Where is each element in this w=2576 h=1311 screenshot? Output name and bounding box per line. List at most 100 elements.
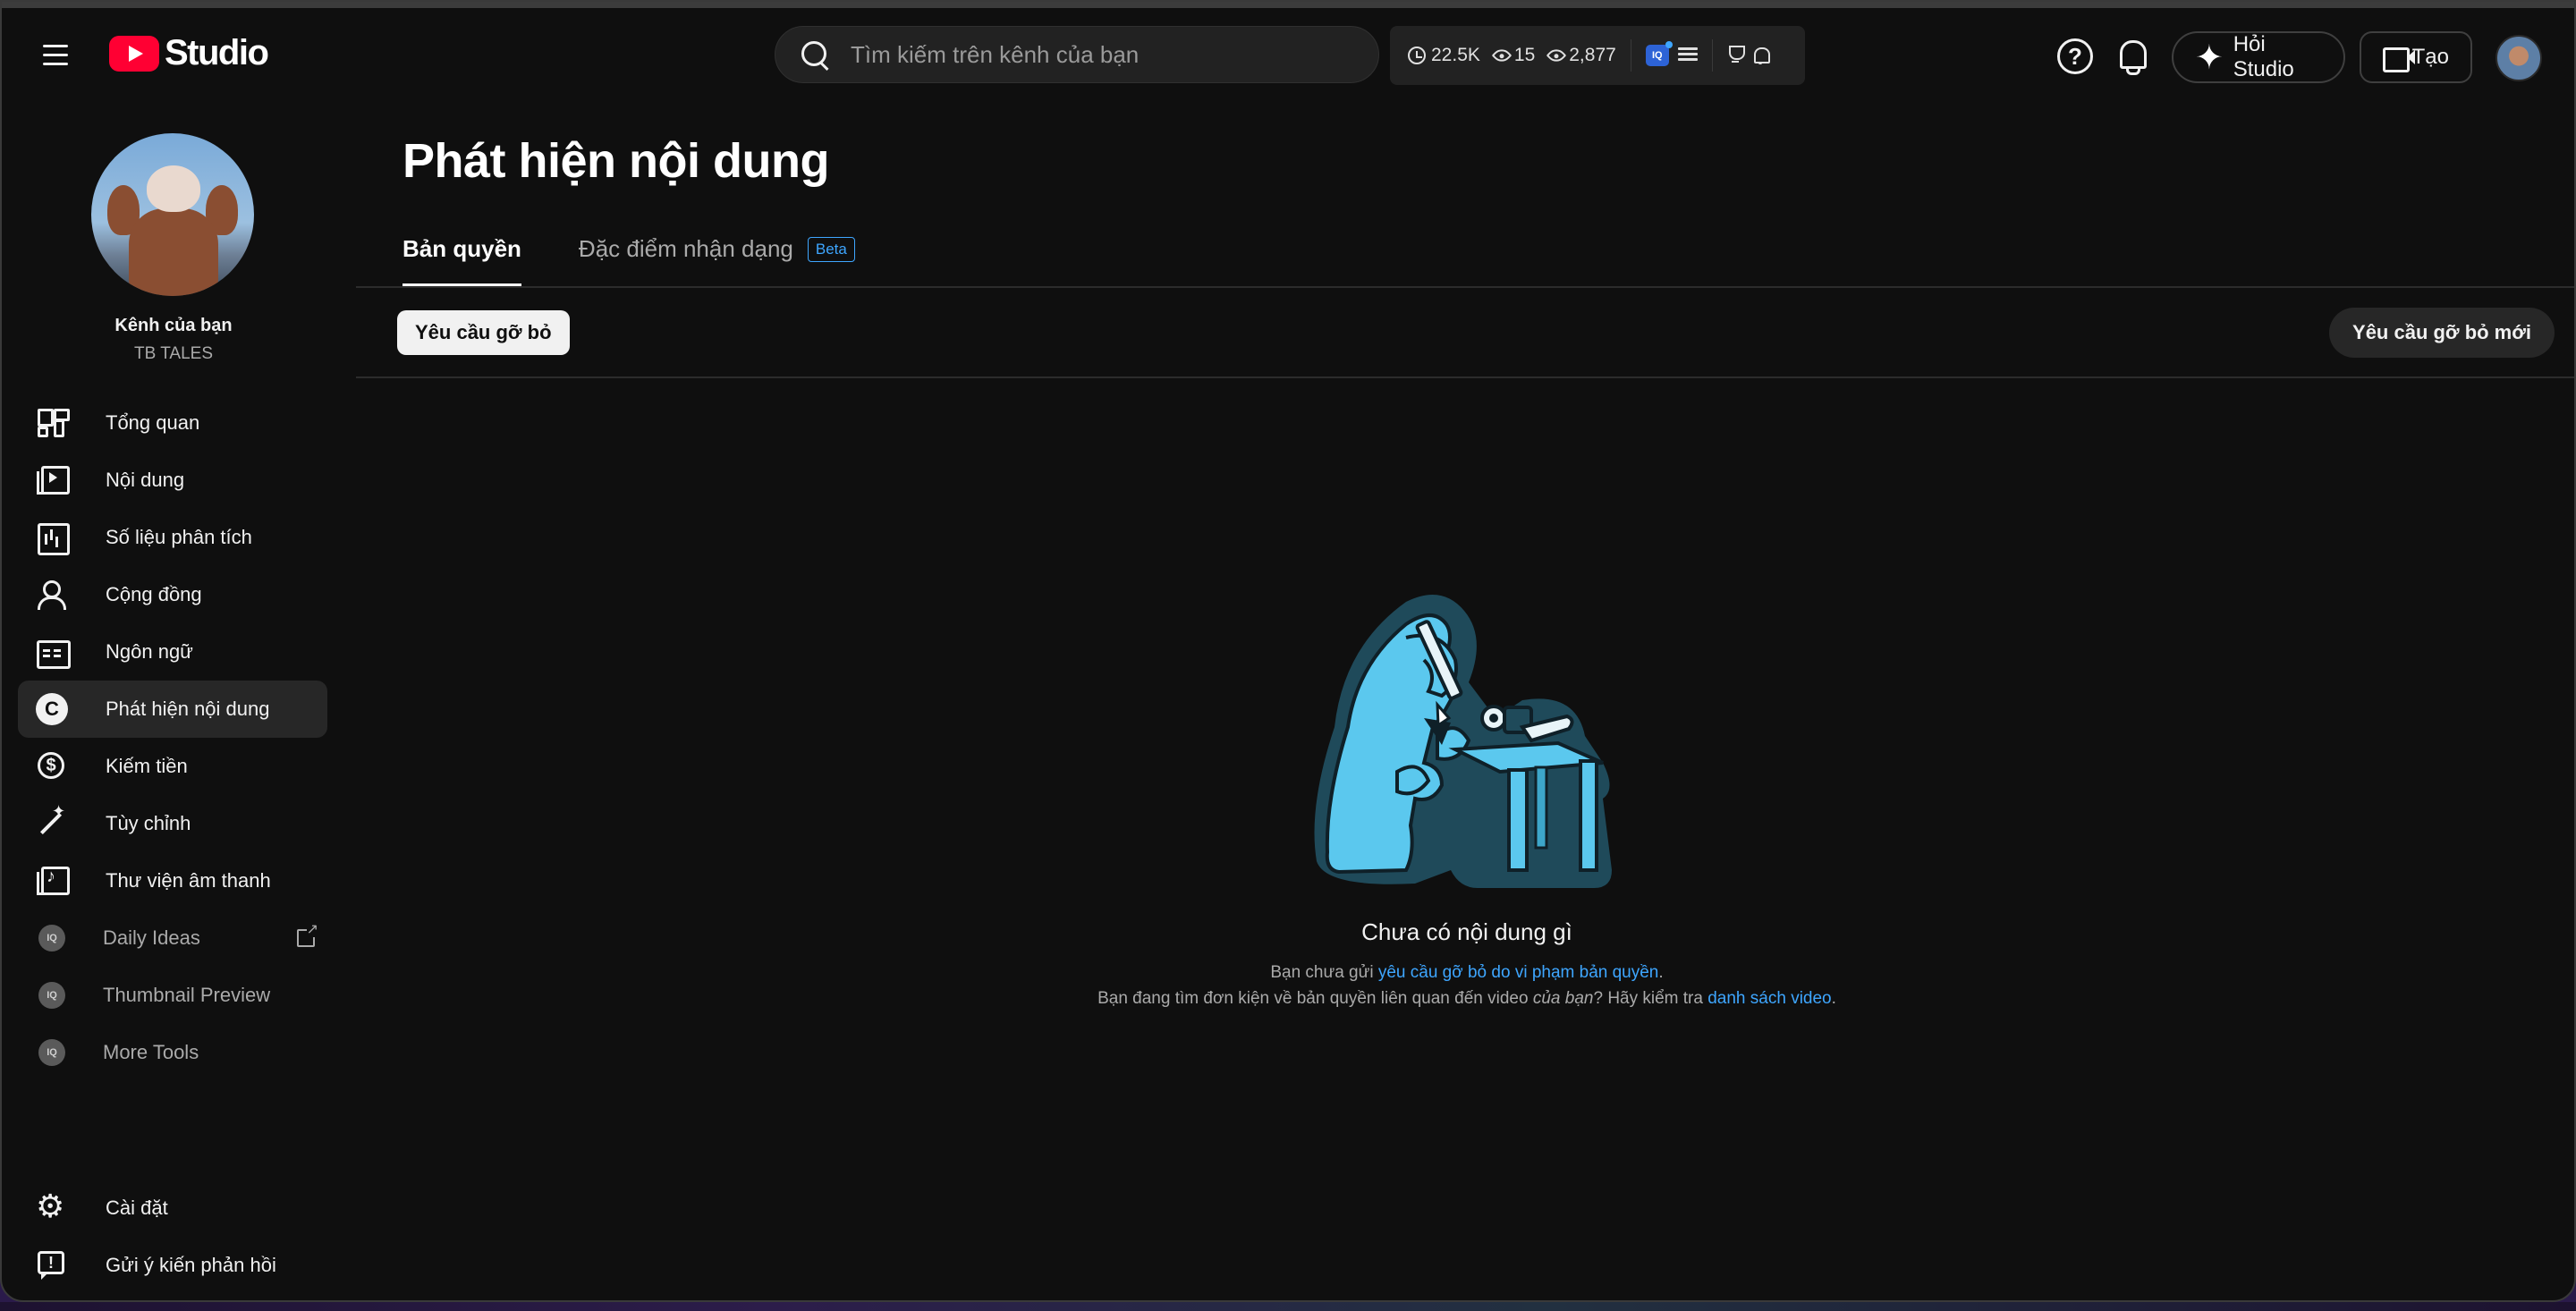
search-input[interactable] — [851, 40, 1334, 69]
divider — [356, 376, 2574, 378]
sidebar-item-more-tools[interactable]: More Tools — [18, 1024, 327, 1081]
channel-avatar[interactable] — [91, 133, 254, 296]
create-label: Tạo — [2411, 45, 2449, 69]
sidebar-item-label: Nội dung — [106, 469, 185, 491]
divider — [1711, 39, 1713, 72]
text-fragment: của bạn — [1532, 989, 1594, 1008]
notifications-bell-icon[interactable] — [2114, 38, 2150, 75]
sidebar-item-label: Phát hiện nội dung — [106, 698, 270, 720]
new-removal-request-button[interactable]: Yêu cầu gỡ bỏ mới — [2329, 308, 2555, 358]
account-avatar[interactable] — [2496, 35, 2542, 81]
sidebar-item-label: Thumbnail Preview — [103, 984, 271, 1006]
sidebar-item-customization[interactable]: Tùy chỉnh — [18, 795, 327, 852]
community-icon — [36, 579, 68, 611]
bell-small-icon[interactable] — [1752, 47, 1770, 64]
feedback-icon — [36, 1249, 68, 1281]
sidebar-item-label: Tùy chỉnh — [106, 812, 191, 834]
external-link-icon — [297, 923, 318, 947]
empty-state-line-1: Bạn chưa gửi yêu cầu gỡ bỏ do vi phạm bả… — [356, 963, 2574, 983]
analytics-icon — [36, 521, 70, 555]
sidebar-item-label: Số liệu phân tích — [106, 526, 252, 548]
sidebar-bottom-nav: Cài đặt Gửi ý kiến phản hồi — [18, 1180, 327, 1294]
sidebar-item-label: More Tools — [103, 1041, 199, 1063]
ask-studio-button[interactable]: Hỏi Studio — [2172, 31, 2345, 83]
monetization-icon — [36, 750, 68, 782]
sidebar-item-label: Ngôn ngữ — [106, 640, 193, 663]
dashboard-icon — [36, 407, 70, 439]
sidebar-item-label: Thư viện âm thanh — [106, 869, 271, 892]
tab-label: Đặc điểm nhận dạng — [578, 235, 793, 262]
copyright-icon: C — [36, 693, 68, 725]
sidebar-item-settings[interactable]: Cài đặt — [18, 1180, 327, 1237]
watch-time-value: 22.5K — [1431, 45, 1480, 65]
vidiq-icon — [38, 1039, 65, 1066]
logo-text: Studio — [165, 33, 269, 72]
realtime-views-value: 15 — [1513, 45, 1536, 65]
video-list-link[interactable]: danh sách video — [1707, 989, 1831, 1008]
list-icon[interactable] — [1677, 47, 1698, 63]
sidebar-item-daily-ideas[interactable]: Daily Ideas — [18, 909, 327, 967]
sidebar-item-label: Daily Ideas — [103, 926, 200, 949]
sidebar-item-label: Tổng quan — [106, 411, 200, 434]
realtime-views-stat: 15 — [1491, 45, 1536, 66]
text-fragment: Bạn đang tìm đơn kiện về bản quyền liên … — [1097, 989, 1533, 1008]
page-title: Phát hiện nội dung — [402, 134, 829, 188]
sidebar-item-monetization[interactable]: Kiếm tiền — [18, 738, 327, 795]
sidebar-item-label: Cài đặt — [106, 1197, 168, 1219]
subtitles-icon — [36, 636, 71, 669]
hamburger-menu-icon[interactable] — [34, 33, 77, 76]
sidebar-item-label: Kiếm tiền — [106, 755, 188, 777]
sidebar-item-analytics[interactable]: Số liệu phân tích — [18, 509, 327, 566]
video-camera-plus-icon — [2383, 46, 2415, 72]
microscope-illustration — [1314, 595, 1612, 888]
vidiq-icon — [38, 982, 65, 1009]
vidiq-icon — [38, 925, 65, 952]
sidebar-item-community[interactable]: Cộng đồng — [18, 566, 327, 623]
studio-window: Studio 22.5K 15 2,877 IQ — [0, 0, 2576, 1302]
beta-badge: Beta — [807, 237, 855, 262]
sidebar-item-feedback[interactable]: Gửi ý kiến phản hồi — [18, 1237, 327, 1294]
total-views-stat: 2,877 — [1546, 45, 1616, 66]
clock-icon — [1408, 47, 1426, 64]
sidebar-item-dashboard[interactable]: Tổng quan — [18, 394, 327, 452]
create-button[interactable]: Tạo — [2360, 31, 2472, 83]
tab-copyright[interactable]: Bản quyền — [402, 235, 521, 287]
divider — [356, 286, 2574, 288]
help-icon[interactable]: ? — [2057, 38, 2093, 74]
channel-name: TB TALES — [134, 344, 213, 363]
eye-icon — [1546, 45, 1567, 66]
settings-gear-icon — [36, 1188, 68, 1224]
sidebar-item-audio-library[interactable]: Thư viện âm thanh — [18, 852, 327, 909]
total-views-value: 2,877 — [1569, 45, 1616, 65]
text-fragment: Bạn chưa gửi — [1270, 963, 1378, 982]
removal-requests-chip[interactable]: Yêu cầu gỡ bỏ — [397, 310, 570, 355]
content-icon — [36, 464, 70, 496]
sidebar-nav: Tổng quan Nội dung Số liệu phân tích Cộn… — [18, 394, 327, 1081]
search-bar[interactable] — [775, 26, 1379, 83]
sidebar-item-label: Cộng đồng — [106, 583, 202, 605]
text-fragment: ? Hãy kiểm tra — [1593, 989, 1708, 1008]
watch-time-stat: 22.5K — [1408, 45, 1480, 66]
sidebar-item-content[interactable]: Nội dung — [18, 452, 327, 509]
empty-state-title: Chưa có nội dung gì — [1361, 918, 1572, 945]
sidebar: Kênh của bạn TB TALES Tổng quan Nội dung… — [2, 101, 352, 1300]
sidebar-item-thumbnail-preview[interactable]: Thumbnail Preview — [18, 967, 327, 1024]
youtube-play-icon — [109, 35, 159, 72]
tab-label: Bản quyền — [402, 235, 521, 262]
copyright-removal-request-link[interactable]: yêu cầu gỡ bỏ do vi phạm bản quyền — [1378, 963, 1659, 982]
tab-likeness-detection[interactable]: Đặc điểm nhận dạng Beta — [579, 235, 855, 287]
tab-bar: Bản quyền Đặc điểm nhận dạng Beta — [402, 235, 912, 287]
vidiq-icon[interactable]: IQ — [1645, 41, 1673, 66]
eye-icon — [1491, 45, 1513, 66]
youtube-studio-logo[interactable]: Studio — [109, 33, 269, 73]
magic-wand-icon — [36, 802, 68, 840]
empty-state-line-2: Bạn đang tìm đơn kiện về bản quyền liên … — [356, 989, 2574, 1009]
sidebar-item-label: Gửi ý kiến phản hồi — [106, 1254, 276, 1276]
text-fragment: . — [1831, 989, 1836, 1008]
extension-stats-bar[interactable]: 22.5K 15 2,877 IQ — [1390, 26, 1805, 85]
sidebar-item-content-detection[interactable]: C Phát hiện nội dung — [18, 681, 327, 738]
trophy-icon[interactable] — [1727, 46, 1745, 65]
sidebar-item-languages[interactable]: Ngôn ngữ — [18, 623, 327, 681]
search-icon[interactable] — [799, 38, 831, 71]
sparkle-icon — [2195, 38, 2224, 78]
